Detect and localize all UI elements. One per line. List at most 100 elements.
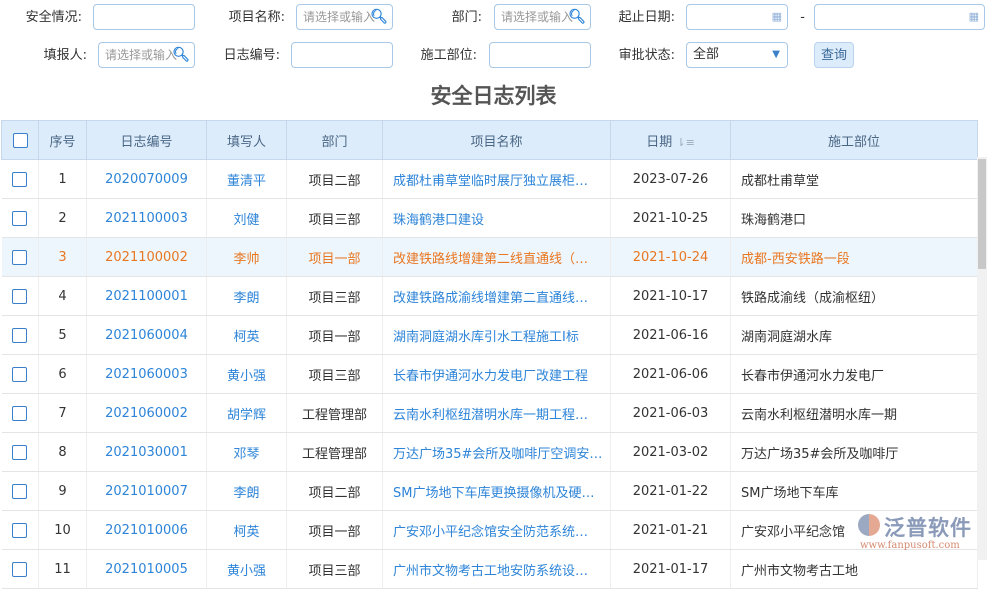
table-row[interactable]: 2 2021100003 刘健 项目三部 珠海鹤港口建设 2021-10-25 … <box>1 198 978 238</box>
project-link[interactable]: 改建铁路线增建第二线直通线（… <box>382 237 611 277</box>
row-checkbox[interactable] <box>12 210 28 226</box>
table-row[interactable]: 3 2021100002 李帅 项目一部 改建铁路线增建第二线直通线（… 202… <box>1 237 978 277</box>
project-link[interactable]: 湖南洞庭湖水库引水工程施工I标 <box>382 315 611 355</box>
row-checkbox[interactable] <box>12 288 28 304</box>
row-checkbox-cell[interactable] <box>1 315 39 355</box>
person-link[interactable]: 李朗 <box>206 471 287 511</box>
row-checkbox[interactable] <box>12 171 28 187</box>
search-icon[interactable]: 🔍︎ <box>172 43 190 67</box>
row-no: 10 <box>38 510 87 550</box>
log-no-link[interactable]: 2021010006 <box>86 510 207 550</box>
site-input[interactable] <box>489 42 591 68</box>
row-checkbox[interactable] <box>12 249 28 265</box>
table-row[interactable]: 4 2021100001 李朗 项目三部 改建铁路成渝线增建第二直通线… 202… <box>1 276 978 316</box>
project-link[interactable]: 万达广场35#会所及咖啡厅空调安… <box>382 432 611 472</box>
project-link[interactable]: 广安邓小平纪念馆安全防范系统… <box>382 510 611 550</box>
log-no-input[interactable] <box>291 42 393 68</box>
person-link[interactable]: 黄小强 <box>206 354 287 394</box>
table-row[interactable]: 10 2021010006 柯英 项目一部 广安邓小平纪念馆安全防范系统… 20… <box>1 510 978 550</box>
project-link[interactable]: 云南水利枢纽潜明水库一期工程… <box>382 393 611 433</box>
end-date-input[interactable]: ▦ <box>814 4 985 30</box>
row-checkbox[interactable] <box>12 561 28 577</box>
table-row[interactable]: 1 2020070009 董清平 项目二部 成都杜甫草堂临时展厅独立展柜… 20… <box>1 159 978 199</box>
row-checkbox-cell[interactable] <box>1 549 39 589</box>
search-icon[interactable]: 🔍︎ <box>568 5 586 29</box>
table-row[interactable]: 11 2021010005 黄小强 项目三部 广州市文物考古工地安防系统设… 2… <box>1 549 978 589</box>
reporter-input[interactable]: 请选择或输入 🔍︎ <box>98 42 195 68</box>
project-link[interactable]: 改建铁路成渝线增建第二直通线… <box>382 276 611 316</box>
log-no-link[interactable]: 2021100002 <box>86 237 207 277</box>
row-checkbox-cell[interactable] <box>1 237 39 277</box>
log-no-link[interactable]: 2021010005 <box>86 549 207 589</box>
date-cell: 2021-10-24 <box>610 237 731 277</box>
col-date[interactable]: 日期 ⇂≡ <box>610 120 731 160</box>
table-row[interactable]: 9 2021010007 李朗 项目二部 SM广场地下车库更换摄像机及硬… 20… <box>1 471 978 511</box>
dept-cell: 项目三部 <box>286 354 383 394</box>
project-link[interactable]: 长春市伊通河水力发电厂改建工程 <box>382 354 611 394</box>
person-link[interactable]: 李帅 <box>206 237 287 277</box>
calendar-icon[interactable]: ▦ <box>969 5 979 29</box>
row-checkbox[interactable] <box>12 405 28 421</box>
row-checkbox[interactable] <box>12 444 28 460</box>
date-cell: 2021-03-02 <box>610 432 731 472</box>
col-date-label: 日期 <box>646 134 673 150</box>
search-icon[interactable]: 🔍︎ <box>370 5 388 29</box>
row-checkbox-cell[interactable] <box>1 159 39 199</box>
row-checkbox-cell[interactable] <box>1 354 39 394</box>
project-link[interactable]: 珠海鹤港口建设 <box>382 198 611 238</box>
log-table: 序号 日志编号 填写人 部门 项目名称 日期 ⇂≡ 施工部位 1 2020070… <box>1 120 978 589</box>
person-link[interactable]: 黄小强 <box>206 549 287 589</box>
log-no-link[interactable]: 2021060002 <box>86 393 207 433</box>
row-checkbox-cell[interactable] <box>1 432 39 472</box>
person-link[interactable]: 胡学辉 <box>206 393 287 433</box>
log-no-link[interactable]: 2020070009 <box>86 159 207 199</box>
table-row[interactable]: 8 2021030001 邓琴 工程管理部 万达广场35#会所及咖啡厅空调安… … <box>1 432 978 472</box>
date-cell: 2021-06-16 <box>610 315 731 355</box>
date-separator: - <box>800 10 805 25</box>
table-row[interactable]: 5 2021060004 柯英 项目一部 湖南洞庭湖水库引水工程施工I标 202… <box>1 315 978 355</box>
row-checkbox-cell[interactable] <box>1 510 39 550</box>
dept-input[interactable]: 请选择或输入 🔍︎ <box>494 4 591 30</box>
site-cell: 珠海鹤港口 <box>730 198 978 238</box>
safety-label: 安全情况: <box>25 10 82 25</box>
table-row[interactable]: 7 2021060002 胡学辉 工程管理部 云南水利枢纽潜明水库一期工程… 2… <box>1 393 978 433</box>
project-link[interactable]: 成都杜甫草堂临时展厅独立展柜… <box>382 159 611 199</box>
row-checkbox-cell[interactable] <box>1 198 39 238</box>
scrollbar[interactable] <box>977 157 987 560</box>
log-no-link[interactable]: 2021030001 <box>86 432 207 472</box>
row-checkbox[interactable] <box>12 366 28 382</box>
log-no-link[interactable]: 2021010007 <box>86 471 207 511</box>
table-row[interactable]: 6 2021060003 黄小强 项目三部 长春市伊通河水力发电厂改建工程 20… <box>1 354 978 394</box>
dept-placeholder: 请选择或输入 <box>501 10 574 24</box>
row-checkbox[interactable] <box>12 327 28 343</box>
scrollbar-thumb[interactable] <box>978 159 986 269</box>
date-cell: 2021-01-22 <box>610 471 731 511</box>
select-all-checkbox[interactable] <box>12 132 28 148</box>
person-link[interactable]: 邓琴 <box>206 432 287 472</box>
query-button[interactable]: 查询 <box>814 42 854 68</box>
start-date-input[interactable]: ▦ <box>686 4 788 30</box>
log-no-link[interactable]: 2021060004 <box>86 315 207 355</box>
row-checkbox[interactable] <box>12 483 28 499</box>
person-link[interactable]: 柯英 <box>206 510 287 550</box>
row-checkbox-cell[interactable] <box>1 276 39 316</box>
person-link[interactable]: 李朗 <box>206 276 287 316</box>
person-link[interactable]: 刘健 <box>206 198 287 238</box>
sort-icon[interactable]: ⇂≡ <box>676 136 694 149</box>
safety-input[interactable] <box>93 4 195 30</box>
select-all-header[interactable] <box>1 120 39 160</box>
row-checkbox[interactable] <box>12 522 28 538</box>
dept-label: 部门: <box>451 10 482 25</box>
row-checkbox-cell[interactable] <box>1 393 39 433</box>
person-link[interactable]: 董清平 <box>206 159 287 199</box>
log-no-link[interactable]: 2021100003 <box>86 198 207 238</box>
person-link[interactable]: 柯英 <box>206 315 287 355</box>
project-input[interactable]: 请选择或输入 🔍︎ <box>296 4 393 30</box>
project-link[interactable]: SM广场地下车库更换摄像机及硬… <box>382 471 611 511</box>
status-select[interactable]: 全部 ▼ <box>686 42 788 68</box>
calendar-icon[interactable]: ▦ <box>772 5 782 29</box>
project-link[interactable]: 广州市文物考古工地安防系统设… <box>382 549 611 589</box>
log-no-link[interactable]: 2021060003 <box>86 354 207 394</box>
row-checkbox-cell[interactable] <box>1 471 39 511</box>
log-no-link[interactable]: 2021100001 <box>86 276 207 316</box>
